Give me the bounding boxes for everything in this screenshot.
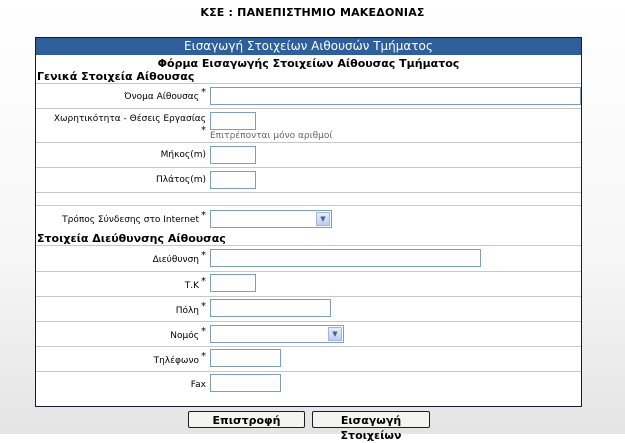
fax-input[interactable]: [210, 374, 281, 392]
submit-button[interactable]: Εισαγωγή Στοιχείων: [312, 411, 430, 442]
room-name-label: Όνομα Αίθουσας *: [124, 87, 206, 102]
internet-select[interactable]: ▼: [210, 210, 332, 228]
room-name-input[interactable]: [210, 87, 581, 105]
section-address-title: Στοιχεία Διεύθυνσης Αίθουσας: [37, 232, 226, 245]
city-label: Πόλη *: [175, 301, 206, 316]
prefecture-select[interactable]: ▼: [210, 325, 344, 343]
internet-label: Τρόπος Σύνδεσης στο Internet *: [62, 210, 206, 225]
phone-label: Τηλέφωνο *: [153, 351, 206, 366]
phone-input[interactable]: [210, 349, 281, 367]
street-input[interactable]: [210, 249, 481, 267]
width-input[interactable]: [210, 171, 256, 189]
row-postal-code: Τ.Κ *: [36, 271, 581, 296]
row-street: Διεύθυνση *: [36, 245, 581, 271]
prefecture-label: Νομός *: [170, 326, 206, 341]
capacity-label: Χωρητικότητα - Θέσεις Εργασίας: [53, 114, 206, 124]
page-title: ΚΣΕ : ΠΑΝΕΠΙΣΤΗΜΙΟ ΜΑΚΕΔΟΝΙΑΣ: [200, 6, 425, 19]
length-label: Μήκος(m): [160, 150, 206, 160]
row-city: Πόλη *: [36, 296, 581, 321]
capacity-required-marker: *: [201, 125, 206, 136]
row-length: Μήκος(m): [36, 142, 581, 167]
width-label: Πλάτος(m): [155, 175, 206, 185]
row-internet: Τρόπος Σύνδεσης στο Internet * ▼: [36, 205, 581, 231]
row-fax: Fax: [36, 371, 581, 397]
form-title: Φόρμα Εισαγωγής Στοιχείων Αίθουσας Τμήμα…: [157, 57, 460, 70]
street-label: Διεύθυνση *: [152, 250, 206, 265]
length-input[interactable]: [210, 146, 256, 164]
row-prefecture: Νομός * ▼: [36, 321, 581, 346]
back-button[interactable]: Επιστροφή: [188, 411, 305, 428]
form-panel: Εισαγωγή Στοιχείων Αιθουσών Τμήματος Φόρ…: [35, 37, 582, 407]
row-phone: Τηλέφωνο *: [36, 346, 581, 371]
section-general-title: Γενικά Στοιχεία Αίθουσας: [37, 70, 195, 83]
capacity-hint: Επιτρέπονται μόνο αριθμοί: [210, 131, 333, 141]
fax-label: Fax: [190, 380, 206, 390]
row-width: Πλάτος(m): [36, 167, 581, 192]
row-spacer: [36, 192, 581, 205]
row-room-name: Όνομα Αίθουσας *: [36, 83, 581, 108]
chevron-down-icon[interactable]: ▼: [316, 212, 330, 226]
postal-code-input[interactable]: [210, 274, 256, 292]
row-capacity: Χωρητικότητα - Θέσεις Εργασίας * Επιτρέπ…: [36, 108, 581, 142]
postal-code-label: Τ.Κ *: [184, 276, 206, 291]
panel-header: Εισαγωγή Στοιχείων Αιθουσών Τμήματος: [36, 38, 581, 55]
required-marker: *: [201, 87, 206, 98]
capacity-input[interactable]: [210, 112, 256, 130]
city-input[interactable]: [210, 299, 331, 317]
chevron-down-icon[interactable]: ▼: [328, 327, 342, 341]
